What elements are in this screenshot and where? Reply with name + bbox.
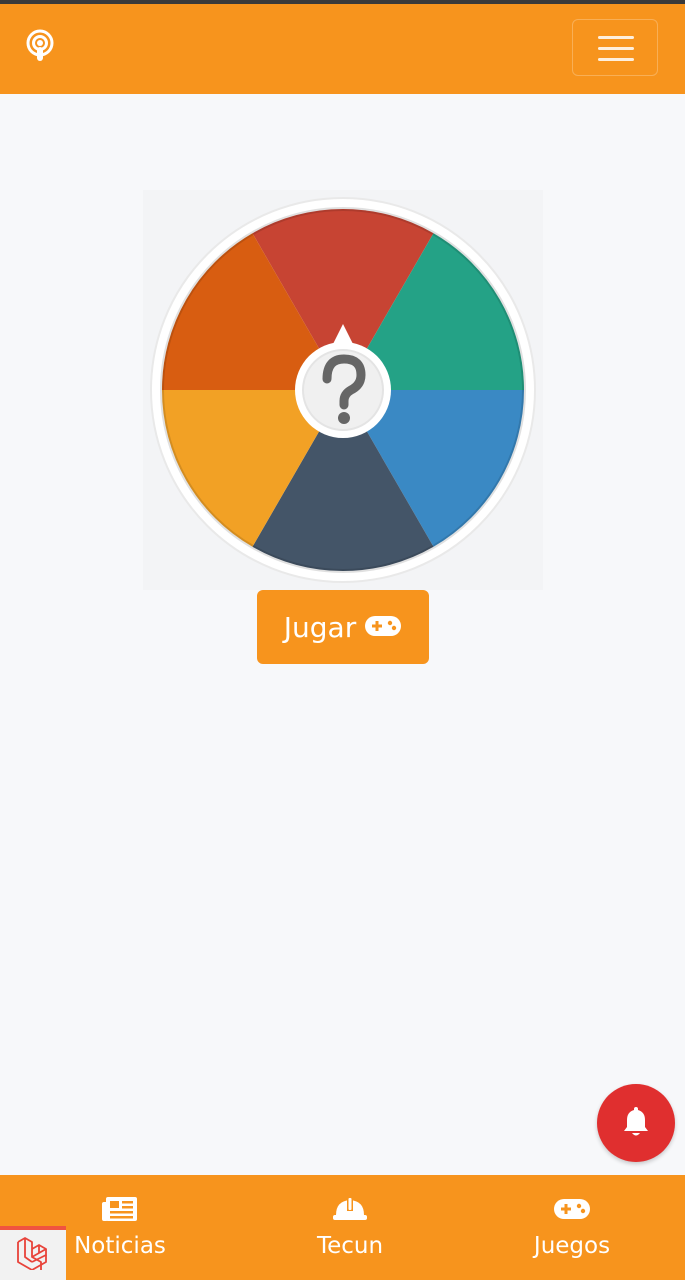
play-button-label: Jugar bbox=[283, 610, 357, 644]
bell-icon bbox=[622, 1105, 650, 1142]
top-navbar bbox=[0, 4, 685, 94]
gamepad-icon bbox=[364, 611, 402, 644]
notification-button[interactable] bbox=[597, 1084, 675, 1162]
newspaper-icon bbox=[102, 1195, 138, 1223]
podcast-icon[interactable] bbox=[22, 26, 58, 66]
nav-label-noticias: Noticias bbox=[74, 1233, 166, 1259]
hard-hat-icon bbox=[333, 1195, 367, 1223]
hamburger-menu-icon[interactable] bbox=[572, 19, 658, 76]
gamepad-icon bbox=[553, 1195, 591, 1223]
nav-label-tecun: Tecun bbox=[316, 1233, 384, 1259]
nav-item-juegos[interactable]: Juegos bbox=[472, 1175, 672, 1280]
nav-item-tecun[interactable]: Tecun bbox=[250, 1175, 450, 1280]
laravel-logo-icon bbox=[15, 1236, 51, 1275]
prize-wheel[interactable] bbox=[143, 190, 543, 590]
play-button[interactable]: Jugar bbox=[257, 590, 429, 664]
laravel-debug-badge[interactable] bbox=[0, 1226, 66, 1280]
nav-label-juegos: Juegos bbox=[533, 1233, 611, 1259]
bottom-navigation: Noticias Tecun Juegos bbox=[0, 1175, 685, 1280]
